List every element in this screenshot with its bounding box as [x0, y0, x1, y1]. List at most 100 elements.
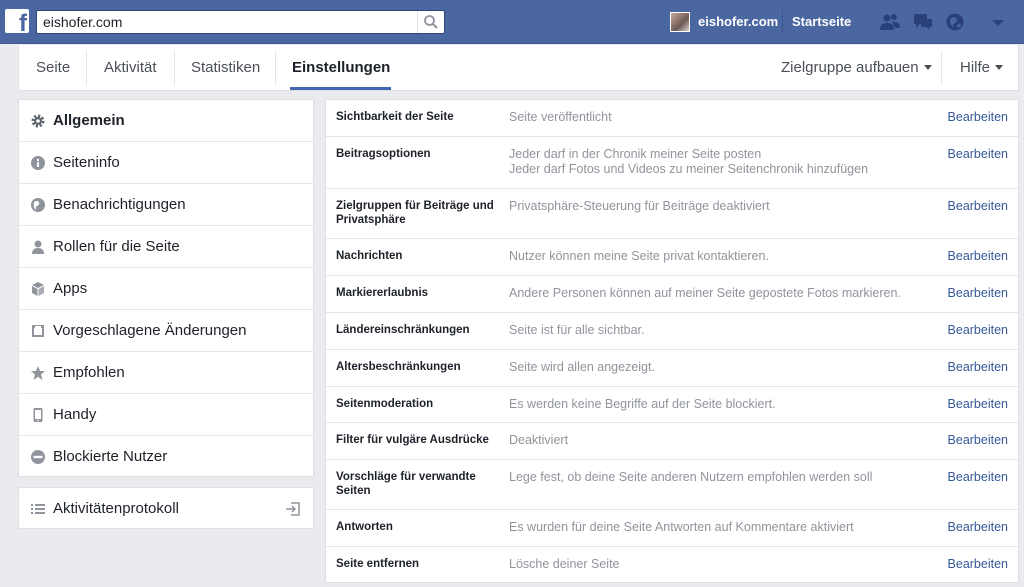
setting-name: Antworten: [336, 521, 393, 533]
setting-name: Zielgruppen für Beiträge und Privatsphär…: [336, 200, 494, 226]
profile-link[interactable]: eishofer.com: [698, 14, 778, 29]
settings-row-laendereinschraenkungen: Ländereinschränkungen Seite ist für alle…: [326, 313, 1018, 350]
sidebar-item-label: Allgemein: [53, 112, 125, 129]
setting-name: Filter für vulgäre Ausdrücke: [336, 434, 489, 446]
sidebar-item-label: Seiteninfo: [53, 154, 120, 171]
friends-icon[interactable]: [879, 11, 901, 33]
sidebar-item-label: Empfohlen: [53, 364, 125, 381]
setting-value: Es werden keine Begriffe auf der Seite b…: [509, 397, 776, 411]
edit-link[interactable]: Bearbeiten: [948, 557, 1008, 571]
edit-link[interactable]: Bearbeiten: [948, 520, 1008, 534]
sidebar-item-activity-log[interactable]: Aktivitätenprotokoll: [18, 487, 314, 529]
search-box[interactable]: [36, 10, 445, 34]
tab-divider: [275, 51, 276, 85]
topbar-divider: [782, 10, 783, 34]
setting-value-line: Jeder darf Fotos und Videos zu meiner Se…: [509, 162, 869, 176]
home-link[interactable]: Startseite: [792, 14, 851, 29]
edit-link[interactable]: Bearbeiten: [948, 199, 1008, 213]
settings-row-vorschlaege: Vorschläge für verwandte Seiten Lege fes…: [326, 460, 1018, 510]
help-dropdown[interactable]: Hilfe: [960, 59, 1004, 76]
setting-name: Markiererlaubnis: [336, 287, 429, 299]
search-icon[interactable]: [423, 14, 439, 30]
sidebar-item-rollen[interactable]: Rollen für die Seite: [19, 226, 313, 268]
edit-link[interactable]: Bearbeiten: [948, 360, 1008, 374]
sidebar-item-label: Apps: [53, 280, 88, 297]
top-navigation-bar: f eishofer.com Startseite: [0, 0, 1024, 44]
sidebar-item-blockierte-nutzer[interactable]: Blockierte Nutzer: [19, 436, 313, 478]
messages-icon[interactable]: [912, 11, 934, 33]
sidebar-item-empfohlen[interactable]: Empfohlen: [19, 352, 313, 394]
search-input[interactable]: [43, 13, 413, 31]
settings-row-vulgaer-filter: Filter für vulgäre Ausdrücke Deaktiviert…: [326, 423, 1018, 460]
setting-name: Vorschläge für verwandte Seiten: [336, 471, 476, 497]
setting-value: Seite ist für alle sichtbar.: [509, 323, 645, 337]
settings-row-altersbeschraenkungen: Altersbeschränkungen Seite wird allen an…: [326, 350, 1018, 387]
gear-icon: [31, 114, 45, 128]
page-tabs-bar: Seite Aktivität Statistiken Einstellunge…: [18, 45, 1019, 91]
sidebar-item-handy[interactable]: Handy: [19, 394, 313, 436]
sidebar-item-benachrichtigungen[interactable]: Benachrichtigungen: [19, 184, 313, 226]
audience-label: Zielgruppe aufbauen: [781, 59, 919, 76]
setting-name: Seite entfernen: [336, 558, 420, 570]
tab-aktivitaet[interactable]: Aktivität: [104, 59, 157, 76]
info-icon: [31, 156, 45, 170]
activity-log-label: Aktivitätenprotokoll: [53, 500, 179, 517]
edit-link[interactable]: Bearbeiten: [948, 433, 1008, 447]
edit-box-icon: [32, 325, 44, 337]
settings-row-seitenmoderation: Seitenmoderation Es werden keine Begriff…: [326, 387, 1018, 423]
settings-sidebar: Allgemein Seiteninfo Benachrichtigungen …: [18, 99, 314, 477]
sidebar-item-seiteninfo[interactable]: Seiteninfo: [19, 142, 313, 184]
setting-value: Privatsphäre-Steuerung für Beiträge deak…: [509, 199, 770, 213]
settings-row-sichtbarkeit: Sichtbarkeit der Seite Seite veröffentli…: [326, 100, 1018, 137]
tab-divider: [86, 51, 87, 85]
edit-link[interactable]: Bearbeiten: [948, 110, 1008, 124]
setting-value: Seite wird allen angezeigt.: [509, 360, 655, 374]
chevron-down-icon: [995, 64, 1004, 70]
chevron-down-icon: [923, 64, 932, 70]
setting-name: Beitragsoptionen: [336, 148, 431, 160]
help-label: Hilfe: [960, 59, 991, 76]
setting-value: Deaktiviert: [509, 433, 569, 447]
sidebar-item-label: Handy: [53, 406, 97, 423]
settings-row-beitragsoptionen: Beitragsoptionen Jeder darf in der Chron…: [326, 137, 1018, 189]
tab-seite[interactable]: Seite: [36, 59, 70, 76]
edit-link[interactable]: Bearbeiten: [948, 249, 1008, 263]
notifications-icon[interactable]: [944, 11, 966, 33]
setting-name: Nachrichten: [336, 250, 403, 262]
sidebar-item-allgemein[interactable]: Allgemein: [19, 100, 313, 142]
person-icon: [32, 240, 44, 254]
setting-value: Andere Personen können auf meiner Seite …: [509, 286, 901, 300]
edit-link[interactable]: Bearbeiten: [948, 147, 1008, 161]
sidebar-item-apps[interactable]: Apps: [19, 268, 313, 310]
setting-value: Lösche deiner Seite: [509, 557, 620, 571]
setting-value: Es wurden für deine Seite Antworten auf …: [509, 520, 854, 534]
sidebar-item-label: Vorgeschlagene Änderungen: [53, 322, 247, 339]
settings-row-markiererlaubnis: Markiererlaubnis Andere Personen können …: [326, 276, 1018, 313]
edit-link[interactable]: Bearbeiten: [948, 397, 1008, 411]
blocked-icon: [31, 450, 45, 464]
tab-einstellungen[interactable]: Einstellungen: [292, 59, 390, 76]
setting-name: Altersbeschränkungen: [336, 361, 461, 373]
tab-divider: [174, 51, 175, 85]
setting-name: Seitenmoderation: [336, 398, 434, 410]
account-menu-icon[interactable]: [987, 11, 1009, 33]
edit-link[interactable]: Bearbeiten: [948, 470, 1008, 484]
audience-dropdown[interactable]: Zielgruppe aufbauen: [781, 59, 932, 76]
settings-row-zielgruppen: Zielgruppen für Beiträge und Privatsphär…: [326, 189, 1018, 239]
setting-value: Lege fest, ob deine Seite anderen Nutzer…: [509, 470, 873, 484]
settings-row-seite-entfernen: Seite entfernen Lösche deiner Seite Bear…: [326, 547, 1018, 582]
edit-link[interactable]: Bearbeiten: [948, 323, 1008, 337]
settings-row-nachrichten: Nachrichten Nutzer können meine Seite pr…: [326, 239, 1018, 276]
sidebar-item-vorgeschlagene-aenderungen[interactable]: Vorgeschlagene Änderungen: [19, 310, 313, 352]
edit-link[interactable]: Bearbeiten: [948, 286, 1008, 300]
list-icon: [31, 504, 45, 514]
setting-value: Nutzer können meine Seite privat kontakt…: [509, 249, 769, 263]
profile-avatar[interactable]: [670, 12, 690, 32]
tab-divider: [941, 51, 942, 85]
tab-statistiken[interactable]: Statistiken: [191, 59, 260, 76]
search-divider: [417, 11, 418, 33]
facebook-logo-icon[interactable]: f: [5, 9, 29, 33]
settings-row-antworten: Antworten Es wurden für deine Seite Antw…: [326, 510, 1018, 547]
sidebar-item-label: Blockierte Nutzer: [53, 448, 168, 465]
sidebar-item-label: Rollen für die Seite: [53, 238, 180, 255]
